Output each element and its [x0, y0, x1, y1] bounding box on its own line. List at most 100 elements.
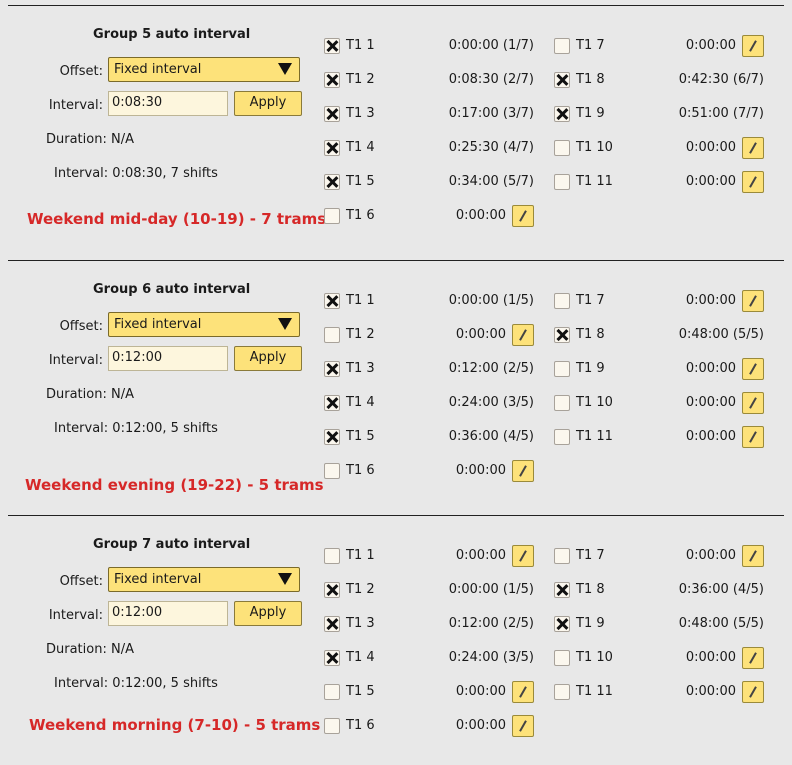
interval-input[interactable]: 0:12:00	[108, 601, 228, 626]
tram-label: T1 8	[576, 327, 605, 342]
edit-pencil-icon[interactable]	[742, 392, 764, 414]
tram-checkbox[interactable]	[554, 582, 570, 598]
tram-checkbox[interactable]	[324, 463, 340, 479]
tram-checkbox[interactable]	[554, 548, 570, 564]
edit-pencil-icon[interactable]	[512, 545, 534, 567]
tram-label: T1 11	[576, 429, 613, 444]
tram-offset-value: 0:00:00	[455, 718, 506, 733]
tram-offset-value: 0:00:00 (1/7)	[448, 38, 534, 53]
tram-checkbox[interactable]	[554, 327, 570, 343]
tram-checkbox[interactable]	[554, 429, 570, 445]
offset-dropdown[interactable]: Fixed interval	[108, 567, 300, 592]
group-footer: Weekend mid-day (10-19) - 7 trams	[27, 210, 327, 228]
tram-checkbox[interactable]	[324, 718, 340, 734]
tram-checkbox[interactable]	[554, 650, 570, 666]
edit-pencil-icon[interactable]	[742, 647, 764, 669]
apply-button[interactable]: Apply	[234, 601, 302, 626]
tram-label: T1 4	[346, 395, 375, 410]
interval-label: Interval:	[48, 353, 103, 368]
tram-checkbox[interactable]	[324, 582, 340, 598]
tram-label: T1 4	[346, 140, 375, 155]
edit-pencil-icon[interactable]	[512, 681, 534, 703]
tram-label: T1 5	[346, 684, 375, 699]
interval-input[interactable]: 0:08:30	[108, 91, 228, 116]
interval-info-text: Interval: 0:08:30, 7 shifts	[54, 166, 218, 181]
edit-pencil-icon[interactable]	[742, 290, 764, 312]
edit-pencil-icon[interactable]	[742, 545, 764, 567]
tram-label: T1 6	[346, 463, 375, 478]
separator-group-7	[8, 515, 784, 516]
edit-pencil-icon[interactable]	[742, 171, 764, 193]
tram-checkbox[interactable]	[324, 650, 340, 666]
tram-checkbox[interactable]	[554, 395, 570, 411]
offset-dropdown[interactable]: Fixed interval	[108, 312, 300, 337]
tram-checkbox[interactable]	[324, 72, 340, 88]
tram-label: T1 2	[346, 582, 375, 597]
tram-checkbox[interactable]	[554, 361, 570, 377]
offset-dropdown-value: Fixed interval	[114, 317, 202, 332]
tram-checkbox[interactable]	[554, 616, 570, 632]
tram-label: T1 1	[346, 548, 375, 563]
tram-label: T1 4	[346, 650, 375, 665]
edit-pencil-icon[interactable]	[512, 324, 534, 346]
separator-top	[8, 5, 784, 6]
tram-checkbox[interactable]	[324, 548, 340, 564]
tram-checkbox[interactable]	[324, 174, 340, 190]
interval-input[interactable]: 0:12:00	[108, 346, 228, 371]
edit-pencil-icon[interactable]	[742, 358, 764, 380]
duration-text: Duration: N/A	[46, 642, 134, 657]
duration-text: Duration: N/A	[46, 387, 134, 402]
edit-pencil-icon[interactable]	[742, 426, 764, 448]
tram-offset-value: 0:36:00 (4/5)	[678, 582, 764, 597]
tram-label: T1 10	[576, 650, 613, 665]
apply-button[interactable]: Apply	[234, 91, 302, 116]
tram-checkbox[interactable]	[554, 174, 570, 190]
tram-checkbox[interactable]	[554, 140, 570, 156]
tram-offset-value: 0:00:00	[685, 293, 736, 308]
tram-checkbox[interactable]	[324, 208, 340, 224]
tram-checkbox[interactable]	[324, 684, 340, 700]
tram-offset-value: 0:00:00	[685, 548, 736, 563]
tram-checkbox[interactable]	[324, 327, 340, 343]
tram-checkbox[interactable]	[554, 38, 570, 54]
tram-label: T1 2	[346, 72, 375, 87]
edit-pencil-icon[interactable]	[742, 35, 764, 57]
edit-pencil-icon[interactable]	[512, 715, 534, 737]
tram-offset-value: 0:00:00	[455, 684, 506, 699]
tram-offset-value: 0:00:00	[685, 361, 736, 376]
tram-label: T1 7	[576, 38, 605, 53]
duration-text: Duration: N/A	[46, 132, 134, 147]
tram-checkbox[interactable]	[324, 140, 340, 156]
tram-checkbox[interactable]	[324, 293, 340, 309]
tram-checkbox[interactable]	[554, 684, 570, 700]
tram-label: T1 7	[576, 293, 605, 308]
tram-offset-value: 0:24:00 (3/5)	[448, 395, 534, 410]
tram-offset-value: 0:17:00 (3/7)	[448, 106, 534, 121]
group-footer: Weekend morning (7-10) - 5 trams	[29, 716, 321, 734]
tram-checkbox[interactable]	[554, 293, 570, 309]
tram-checkbox[interactable]	[324, 38, 340, 54]
edit-pencil-icon[interactable]	[742, 137, 764, 159]
tram-label: T1 3	[346, 106, 375, 121]
tram-offset-value: 0:48:00 (5/5)	[678, 616, 764, 631]
edit-pencil-icon[interactable]	[512, 205, 534, 227]
tram-offset-value: 0:00:00	[685, 684, 736, 699]
offset-dropdown[interactable]: Fixed interval	[108, 57, 300, 82]
tram-checkbox[interactable]	[324, 106, 340, 122]
tram-offset-value: 0:00:00 (1/5)	[448, 582, 534, 597]
tram-offset-value: 0:00:00	[455, 327, 506, 342]
edit-pencil-icon[interactable]	[742, 681, 764, 703]
interval-label: Interval:	[48, 98, 103, 113]
tram-label: T1 5	[346, 174, 375, 189]
edit-pencil-icon[interactable]	[512, 460, 534, 482]
tram-offset-value: 0:12:00 (2/5)	[448, 361, 534, 376]
tram-checkbox[interactable]	[324, 429, 340, 445]
apply-button[interactable]: Apply	[234, 346, 302, 371]
tram-checkbox[interactable]	[554, 106, 570, 122]
tram-offset-value: 0:08:30 (2/7)	[448, 72, 534, 87]
tram-checkbox[interactable]	[554, 72, 570, 88]
tram-checkbox[interactable]	[324, 361, 340, 377]
tram-offset-value: 0:00:00	[685, 429, 736, 444]
tram-checkbox[interactable]	[324, 616, 340, 632]
tram-checkbox[interactable]	[324, 395, 340, 411]
